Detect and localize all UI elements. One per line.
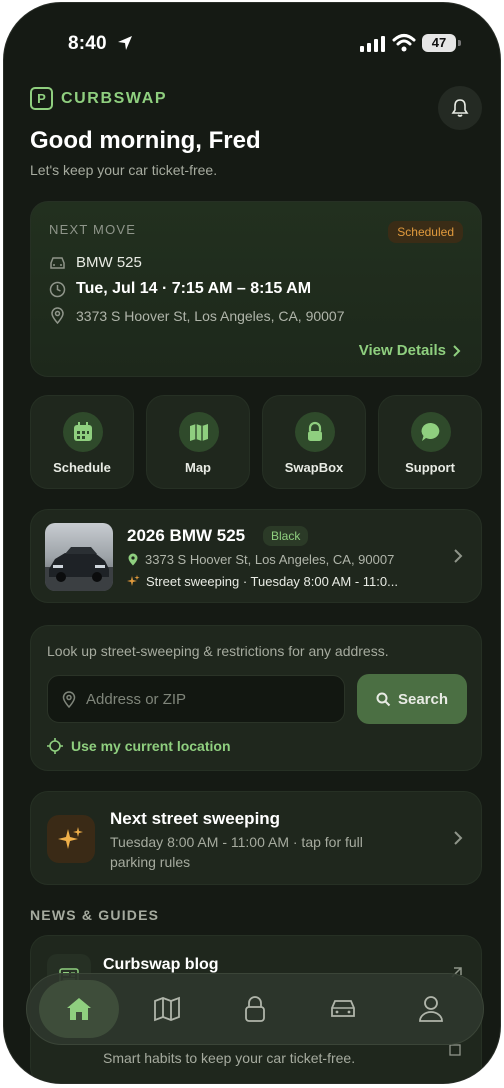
vehicle-color-chip: Black xyxy=(263,526,309,546)
next-move-datetime: Tue, Jul 14 · 7:15 AM – 8:15 AM xyxy=(76,280,312,297)
next-sweeping-description: Tuesday 8:00 AM - 11:00 AM · tap for ful… xyxy=(110,834,363,870)
notifications-button[interactable] xyxy=(438,86,482,130)
car-icon xyxy=(331,1000,355,1017)
phone-screen: 8:40 47 P CURBSWAP Good morning, Fred Le… xyxy=(3,2,501,1084)
view-details-label: View Details xyxy=(358,342,446,359)
brand-name: CURBSWAP xyxy=(61,89,168,107)
car-photo xyxy=(45,523,113,591)
location-pin-icon xyxy=(62,690,76,708)
next-move-car-row: BMW 525 xyxy=(49,254,142,271)
map-icon xyxy=(154,996,180,1022)
chevron-right-icon xyxy=(454,549,463,563)
tab-swapbox[interactable] xyxy=(215,980,295,1038)
vehicle-title: 2026 BMW 525 xyxy=(127,526,246,545)
greeting-subtitle: Let's keep your car ticket-free. xyxy=(30,162,218,178)
car-icon xyxy=(50,256,65,269)
sparkle-icon xyxy=(127,575,140,586)
location-pin-icon xyxy=(51,307,64,324)
brand-logo: P xyxy=(30,87,53,110)
use-current-location-link[interactable]: Use my current location xyxy=(47,738,231,754)
clock-icon xyxy=(49,281,66,297)
next-move-car: BMW 525 xyxy=(76,254,142,271)
crosshair-icon xyxy=(47,738,63,754)
sparkle-icon xyxy=(47,815,95,863)
vehicle-address-row: 3373 S Hoover St, Los Angeles, CA, 90007 xyxy=(127,552,394,567)
calendar-icon xyxy=(63,412,103,452)
news-item-title: Curbswap blog xyxy=(103,956,219,973)
quick-action-label: Schedule xyxy=(53,460,111,475)
news-heading: NEWS & GUIDES xyxy=(30,907,160,923)
home-icon xyxy=(67,998,91,1020)
quick-action-map[interactable]: Map xyxy=(146,395,250,489)
next-move-time-row: Tue, Jul 14 · 7:15 AM – 8:15 AM xyxy=(49,280,311,298)
profile-icon xyxy=(419,996,443,1022)
quick-action-label: SwapBox xyxy=(284,460,344,475)
search-button[interactable]: Search xyxy=(357,674,467,724)
use-location-label: Use my current location xyxy=(71,738,231,754)
quick-action-swapbox[interactable]: SwapBox xyxy=(262,395,366,489)
view-details-link[interactable]: View Details xyxy=(359,342,461,359)
vehicle-sweeping-row: Street sweeping · Tuesday 8:00 AM - 11:0… xyxy=(127,574,398,589)
status-time: 8:40 xyxy=(68,33,107,54)
next-move-card[interactable]: NEXT MOVE Scheduled BMW 525 Tue, Jul 14 … xyxy=(30,201,482,377)
bell-icon xyxy=(451,99,469,117)
greeting: Good morning, Fred xyxy=(30,127,261,154)
chat-bubble-icon xyxy=(411,412,451,452)
wifi-icon xyxy=(392,34,416,52)
vehicle-address: 3373 S Hoover St, Los Angeles, CA, 90007 xyxy=(145,552,395,567)
next-move-address: 3373 S Hoover St, Los Angeles, CA, 90007 xyxy=(76,307,345,324)
next-sweeping-card[interactable]: Next street sweeping Tuesday 8:00 AM - 1… xyxy=(30,791,482,885)
brand: P CURBSWAP xyxy=(30,87,167,110)
tab-profile[interactable] xyxy=(391,980,471,1038)
bottom-tab-bar xyxy=(26,973,484,1045)
tab-map[interactable] xyxy=(127,980,207,1038)
vehicle-sweeping: Street sweeping · Tuesday 8:00 AM - 11:0… xyxy=(146,574,398,589)
quick-action-support[interactable]: Support xyxy=(378,395,482,489)
address-input[interactable] xyxy=(86,690,316,708)
lock-icon xyxy=(295,412,335,452)
quick-action-label: Map xyxy=(185,460,211,475)
quick-action-label: Support xyxy=(405,460,455,475)
next-move-address-row: 3373 S Hoover St, Los Angeles, CA, 90007 xyxy=(49,307,345,324)
lock-icon xyxy=(245,996,265,1022)
map-icon xyxy=(179,412,219,452)
status-badge: Scheduled xyxy=(388,221,463,243)
next-move-label: NEXT MOVE xyxy=(49,222,137,237)
lookup-description: Look up street-sweeping & restrictions f… xyxy=(47,643,389,659)
tab-vehicles[interactable] xyxy=(303,980,383,1038)
location-pin-icon xyxy=(128,553,138,566)
quick-action-schedule[interactable]: Schedule xyxy=(30,395,134,489)
status-bar: 8:40 47 xyxy=(4,3,500,83)
battery-indicator: 47 xyxy=(422,34,456,52)
tab-home[interactable] xyxy=(39,980,119,1038)
search-button-label: Search xyxy=(397,690,449,708)
chevron-right-icon xyxy=(454,831,463,845)
search-icon xyxy=(376,692,391,706)
chevron-right-icon xyxy=(453,344,461,357)
news-item-description: Smart habits to keep your car ticket-fre… xyxy=(103,1050,356,1066)
battery-tip xyxy=(458,40,461,46)
next-sweeping-title: Next street sweeping xyxy=(110,809,281,828)
cellular-signal-icon xyxy=(360,36,385,52)
address-search-field[interactable] xyxy=(47,675,345,723)
address-lookup-card: Look up street-sweeping & restrictions f… xyxy=(30,625,482,771)
vehicle-card[interactable]: 2026 BMW 525 Black 3373 S Hoover St, Los… xyxy=(30,509,482,603)
location-arrow-icon xyxy=(118,36,132,50)
